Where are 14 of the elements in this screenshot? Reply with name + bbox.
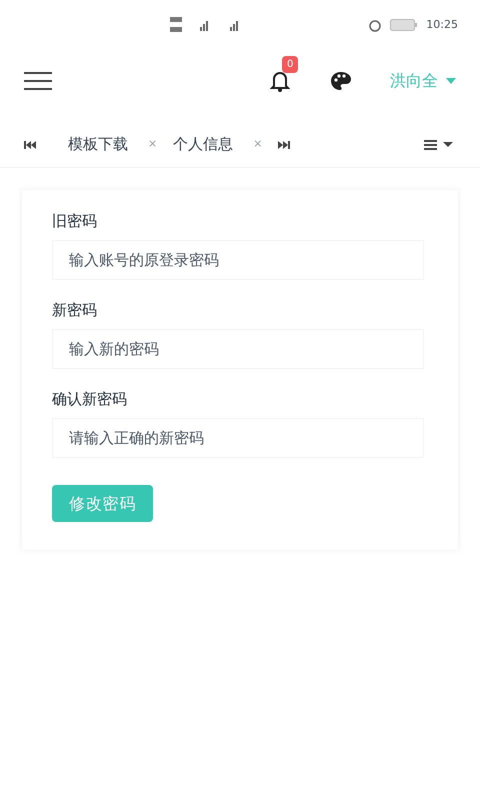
password-field[interactable]: 输入账号的原登录密码 — [52, 240, 424, 280]
tab[interactable]: 模板下载 — [68, 133, 128, 156]
field-label: 新密码 — [52, 300, 97, 321]
field-label: 确认新密码 — [52, 389, 127, 410]
tab[interactable]: 个人信息 — [173, 133, 234, 156]
user-menu[interactable]: 洪向全 — [390, 69, 456, 93]
password-field[interactable]: 请输入正确的新密码 — [52, 418, 424, 458]
close-tab-button[interactable]: × — [253, 136, 262, 153]
close-tab-button[interactable]: × — [148, 136, 158, 153]
password-field[interactable]: 输入新的密码 — [52, 329, 424, 369]
submit-button[interactable]: 修改密码 — [52, 485, 154, 522]
notification-badge: 0 — [282, 56, 298, 73]
status-time: 10:25 — [426, 16, 458, 33]
field-label: 旧密码 — [52, 211, 97, 232]
